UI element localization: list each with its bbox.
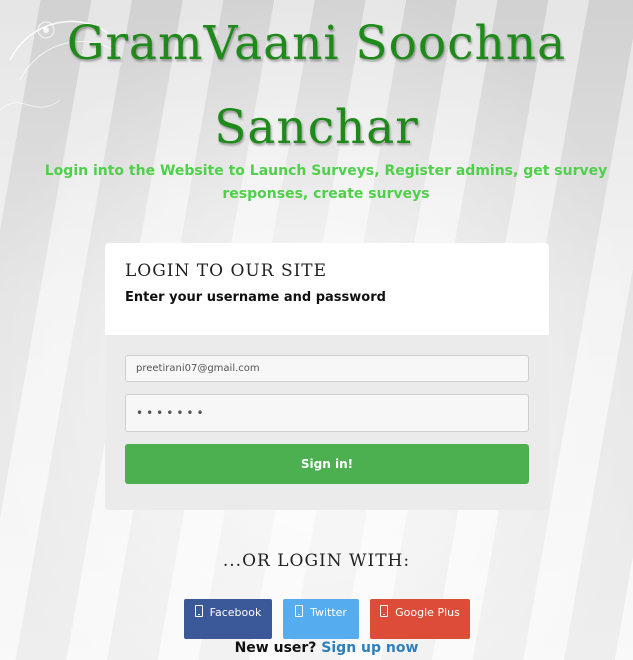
site-title: GramVaani Soochna Sanchar bbox=[0, 2, 633, 170]
login-card: LOGIN TO OUR SITE Enter your username an… bbox=[105, 243, 549, 510]
mobile-phone-icon bbox=[194, 605, 203, 617]
or-login-with-heading: ...OR LOGIN WITH: bbox=[222, 551, 411, 571]
site-tagline: Login into the Website to Launch Surveys… bbox=[44, 163, 608, 202]
google-plus-login-button[interactable]: Google Plus bbox=[370, 599, 470, 639]
sign-in-button[interactable]: Sign in! bbox=[125, 444, 529, 484]
site-title-line2: Sanchar bbox=[214, 100, 419, 155]
twitter-login-button[interactable]: Twitter bbox=[283, 599, 359, 639]
google-plus-login-label: Google Plus bbox=[395, 606, 460, 619]
mobile-phone-icon bbox=[295, 605, 304, 617]
sign-up-link[interactable]: Sign up now bbox=[321, 640, 418, 656]
login-subheading: Enter your username and password bbox=[125, 290, 386, 305]
facebook-login-label: Facebook bbox=[209, 606, 262, 619]
login-card-header: LOGIN TO OUR SITE Enter your username an… bbox=[105, 243, 549, 335]
login-heading: LOGIN TO OUR SITE bbox=[125, 261, 328, 281]
email-field[interactable]: preetirani07@gmail.com bbox=[125, 355, 529, 382]
login-card-body: preetirani07@gmail.com ••••••• Sign in! bbox=[105, 335, 549, 484]
mobile-phone-icon bbox=[380, 605, 389, 617]
site-title-line1: GramVaani Soochna bbox=[66, 16, 567, 71]
facebook-login-button[interactable]: Facebook bbox=[184, 599, 272, 639]
twitter-login-label: Twitter bbox=[310, 606, 347, 619]
password-field[interactable]: ••••••• bbox=[125, 394, 529, 432]
signup-line: New user? Sign up now bbox=[0, 640, 633, 656]
signup-prompt: New user? bbox=[234, 640, 317, 656]
